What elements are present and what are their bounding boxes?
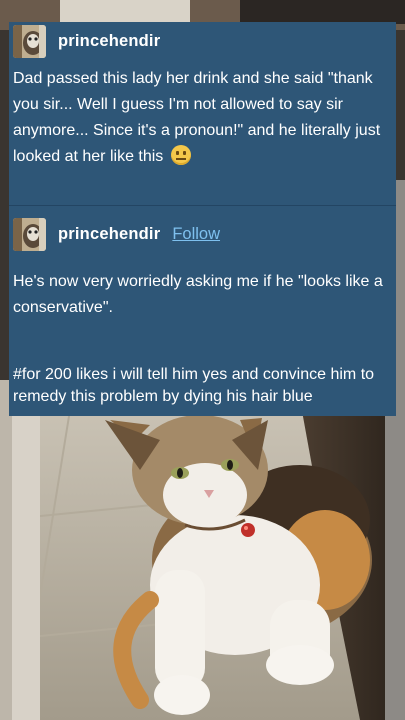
post-body: He's now very worriedly asking me if he … bbox=[13, 273, 383, 316]
avatar-image bbox=[13, 25, 46, 58]
avatar-image bbox=[13, 218, 46, 251]
avatar[interactable] bbox=[13, 218, 46, 251]
post-body: Dad passed this lady her drink and she s… bbox=[13, 66, 389, 170]
post-tags[interactable]: #for 200 likes i will tell him yes and c… bbox=[13, 364, 389, 408]
avatar[interactable] bbox=[13, 25, 46, 58]
username[interactable]: princehendir bbox=[58, 225, 160, 244]
reblog-post-2: princehendir Follow He's now very worrie… bbox=[9, 206, 396, 416]
follow-link[interactable]: Follow bbox=[172, 225, 220, 244]
neutral-face-emoji-icon bbox=[170, 145, 191, 165]
post-header: princehendir bbox=[13, 25, 160, 58]
post-header: princehendir Follow bbox=[13, 218, 220, 251]
username[interactable]: princehendir bbox=[58, 32, 160, 51]
post-text: Dad passed this lady her drink and she s… bbox=[13, 70, 381, 165]
tumblr-post-card: princehendir Dad passed this lady her dr… bbox=[9, 22, 396, 416]
reblog-post-1: princehendir Dad passed this lady her dr… bbox=[9, 22, 396, 205]
